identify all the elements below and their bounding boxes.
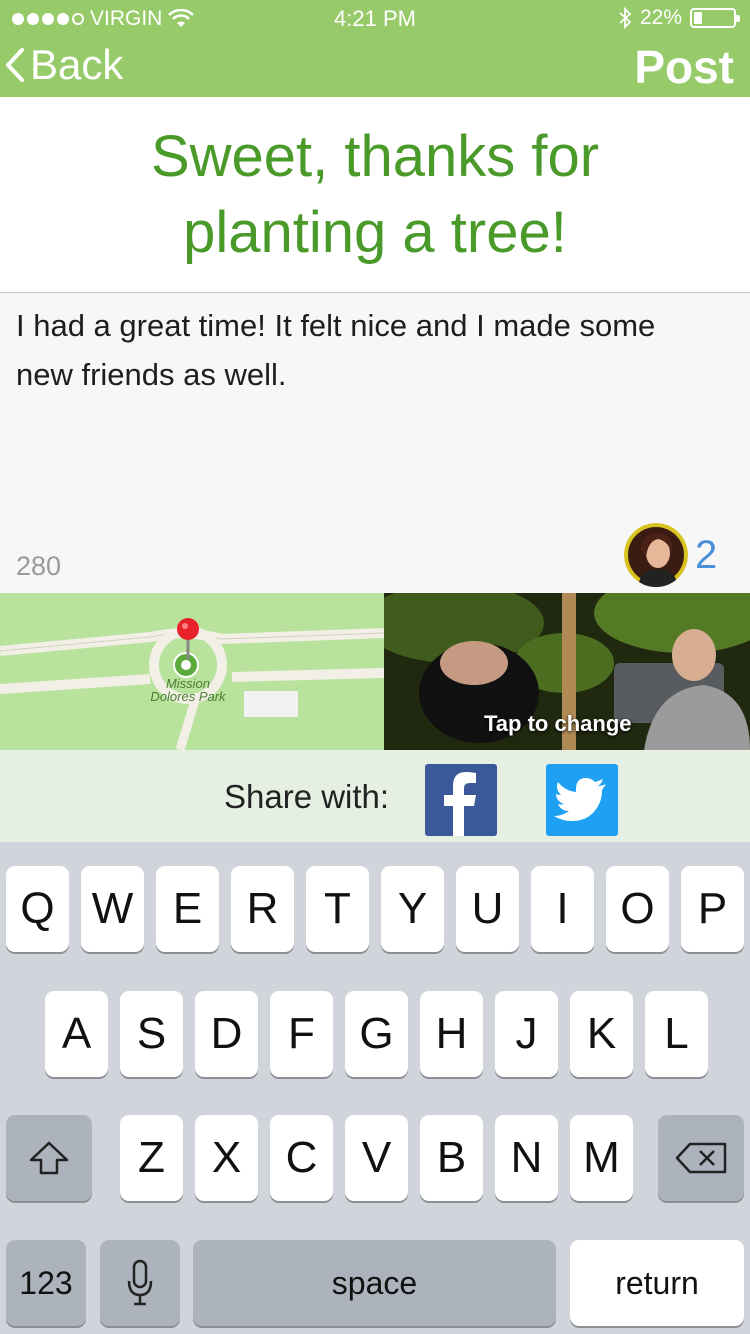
- key-c[interactable]: C: [270, 1115, 333, 1201]
- post-button[interactable]: Post: [634, 40, 734, 94]
- facebook-share-button[interactable]: [425, 764, 497, 836]
- twitter-share-button[interactable]: [546, 764, 618, 836]
- key-s[interactable]: S: [120, 991, 183, 1077]
- key-w[interactable]: W: [81, 866, 144, 952]
- key-b[interactable]: B: [420, 1115, 483, 1201]
- avatar[interactable]: [624, 523, 688, 587]
- status-bar: VIRGIN 4:21 PM 22%: [0, 0, 750, 36]
- battery-fill: [694, 12, 702, 24]
- post-text-input[interactable]: I had a great time! It felt nice and I m…: [16, 301, 716, 399]
- location-map[interactable]: Mission Dolores Park: [0, 593, 384, 750]
- key-i[interactable]: I: [531, 866, 594, 952]
- chevron-left-icon: [6, 48, 24, 82]
- key-h[interactable]: H: [420, 991, 483, 1077]
- mic-key[interactable]: [100, 1240, 180, 1326]
- key-p[interactable]: P: [681, 866, 744, 952]
- key-g[interactable]: G: [345, 991, 408, 1077]
- key-u[interactable]: U: [456, 866, 519, 952]
- shift-key[interactable]: [6, 1115, 92, 1201]
- mic-icon: [127, 1259, 153, 1306]
- key-n[interactable]: N: [495, 1115, 558, 1201]
- keyboard: QWERTYUIOP ASDFGHJKL ZXCVBNM 123 space r…: [0, 842, 750, 1334]
- numbers-key[interactable]: 123: [6, 1240, 86, 1326]
- key-z[interactable]: Z: [120, 1115, 183, 1201]
- key-m[interactable]: M: [570, 1115, 633, 1201]
- status-right: 22%: [618, 6, 740, 30]
- key-t[interactable]: T: [306, 866, 369, 952]
- share-bar: Share with:: [0, 750, 750, 842]
- page-title: Sweet, thanks for planting a tree!: [0, 97, 750, 293]
- key-e[interactable]: E: [156, 866, 219, 952]
- twitter-icon: [554, 778, 606, 821]
- space-key[interactable]: space: [193, 1240, 556, 1326]
- map-place-label-2: Dolores Park: [150, 689, 227, 704]
- bluetooth-icon: [619, 7, 632, 29]
- battery-icon: [690, 8, 740, 28]
- compose-area[interactable]: I had a great time! It felt nice and I m…: [0, 293, 750, 593]
- key-l[interactable]: L: [645, 991, 708, 1077]
- nav-bar: VIRGIN 4:21 PM 22% Back Post: [0, 0, 750, 97]
- key-y[interactable]: Y: [381, 866, 444, 952]
- key-r[interactable]: R: [231, 866, 294, 952]
- shift-icon: [29, 1141, 69, 1175]
- share-label: Share with:: [224, 778, 390, 815]
- return-key[interactable]: return: [570, 1240, 744, 1326]
- tap-to-change-caption: Tap to change: [484, 711, 632, 736]
- key-v[interactable]: V: [345, 1115, 408, 1201]
- key-d[interactable]: D: [195, 991, 258, 1077]
- character-count: 280: [16, 551, 62, 581]
- delete-icon: [675, 1142, 727, 1174]
- back-button[interactable]: Back: [4, 40, 123, 90]
- back-label: Back: [30, 41, 124, 88]
- facebook-icon: [444, 772, 476, 836]
- key-f[interactable]: F: [270, 991, 333, 1077]
- key-a[interactable]: A: [45, 991, 108, 1077]
- key-x[interactable]: X: [195, 1115, 258, 1201]
- key-j[interactable]: J: [495, 991, 558, 1077]
- delete-key[interactable]: [658, 1115, 744, 1201]
- battery-percent: 22%: [639, 6, 682, 29]
- tagged-friends-count[interactable]: 2: [695, 533, 717, 578]
- key-q[interactable]: Q: [6, 866, 69, 952]
- key-k[interactable]: K: [570, 991, 633, 1077]
- media-row: Mission Dolores Park Tap to change: [0, 593, 750, 750]
- key-o[interactable]: O: [606, 866, 669, 952]
